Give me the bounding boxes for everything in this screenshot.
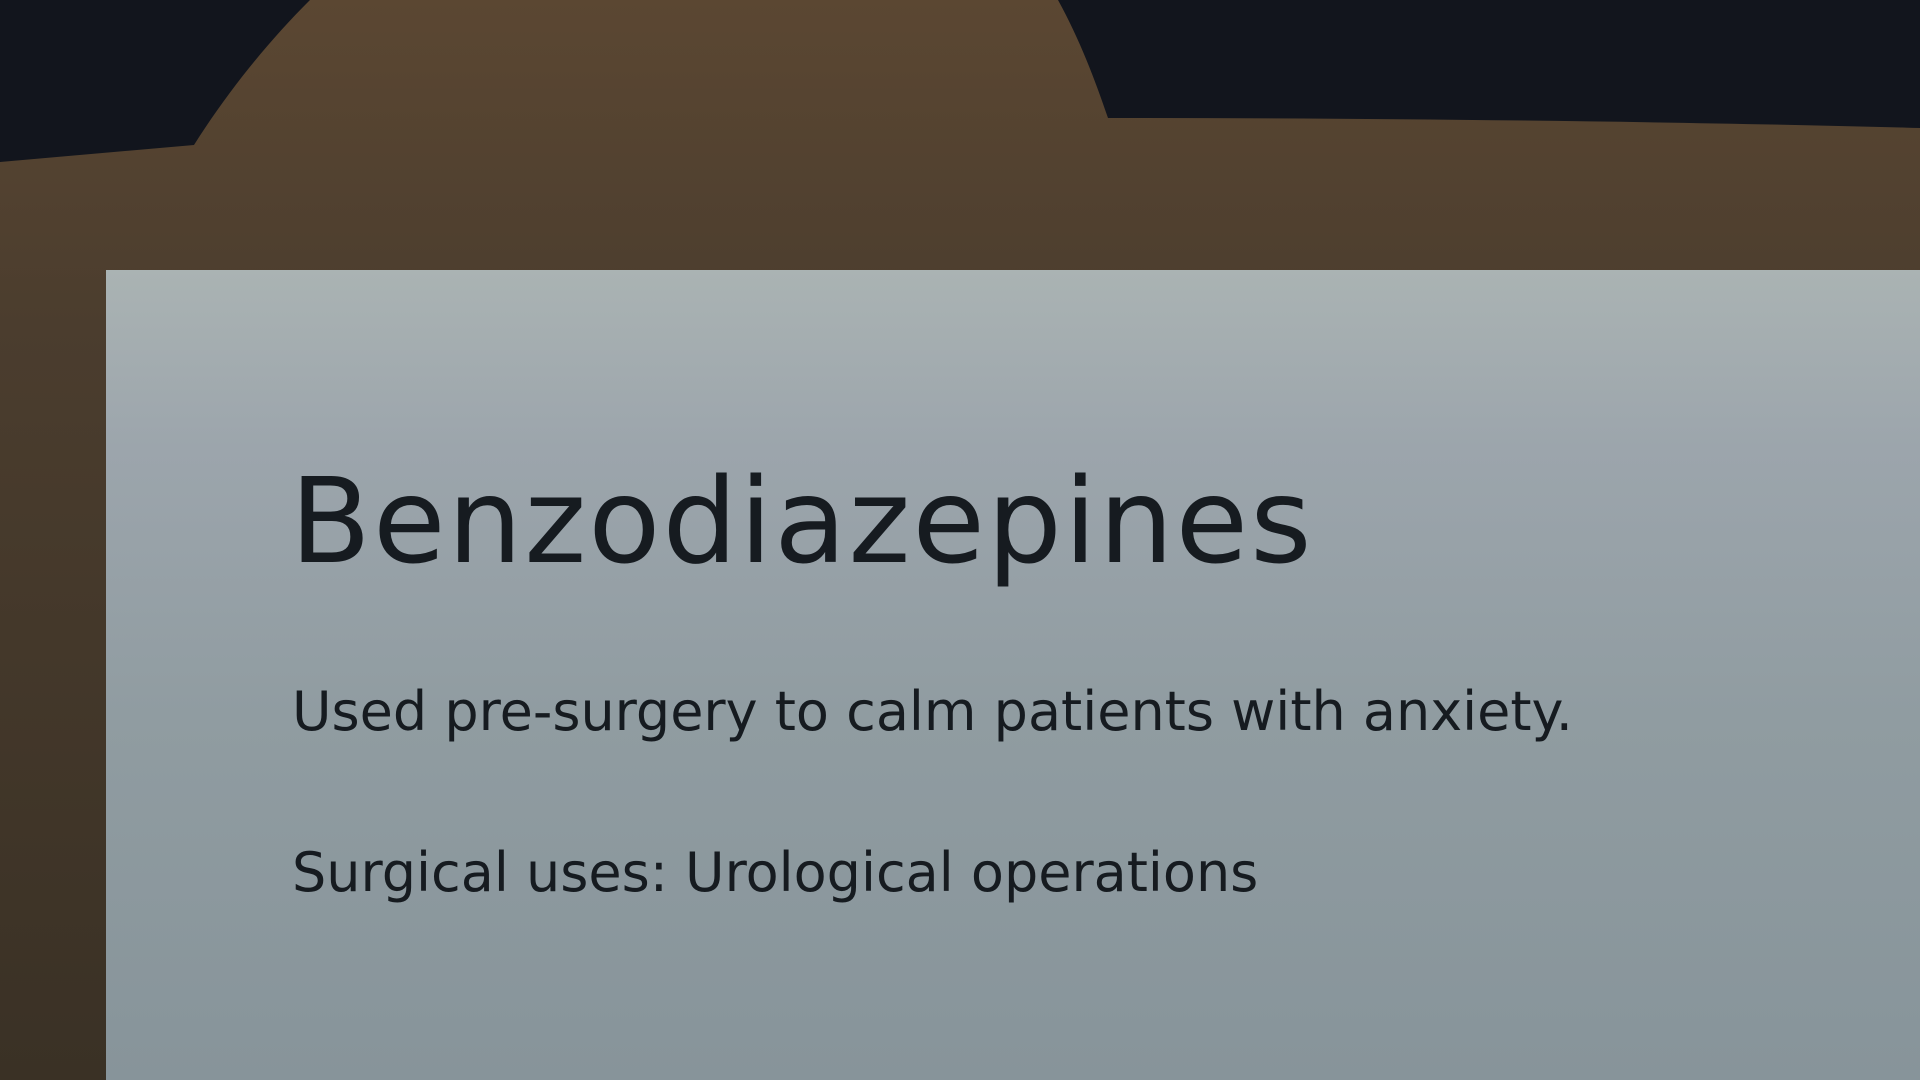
- slide-title: Benzodiazepines: [290, 452, 1314, 590]
- surgical-uses-text: Surgical uses: Urological operations: [292, 841, 1259, 904]
- folder-sheet: [106, 270, 1920, 1080]
- slide-canvas: Benzodiazepines Used pre-surgery to calm…: [0, 0, 1920, 1080]
- slide-description: Used pre-surgery to calm patients with a…: [292, 680, 1573, 743]
